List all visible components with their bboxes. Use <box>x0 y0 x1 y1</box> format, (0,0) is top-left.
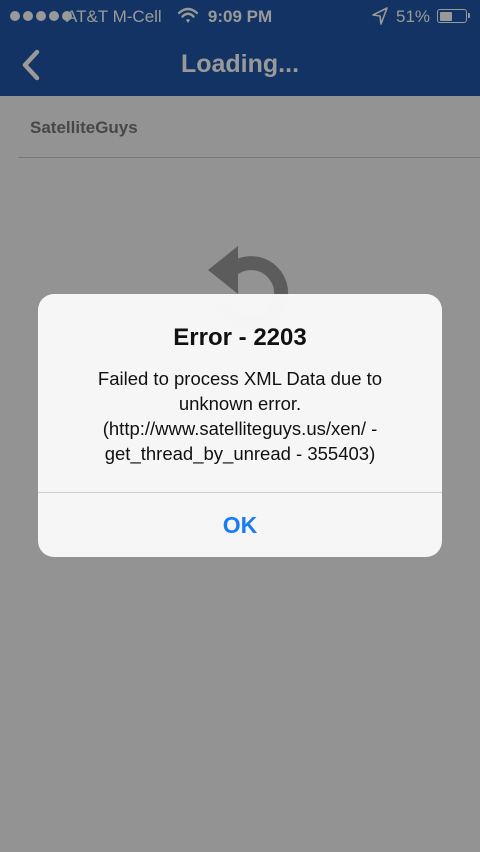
alert-message-line: Failed to process XML Data due to <box>97 368 383 389</box>
alert-message: Failed to process XML Data due to unknow… <box>62 366 418 466</box>
alert-message-line: unknown error. <box>178 393 302 414</box>
error-alert-dialog: Error - 2203 Failed to process XML Data … <box>38 294 442 557</box>
alert-message-line: get_thread_by_unread - 355403) <box>104 443 376 464</box>
ok-button[interactable]: OK <box>38 493 442 557</box>
alert-message-line: (http://www.satelliteguys.us/xen/ - <box>102 418 378 439</box>
alert-title: Error - 2203 <box>173 324 307 351</box>
